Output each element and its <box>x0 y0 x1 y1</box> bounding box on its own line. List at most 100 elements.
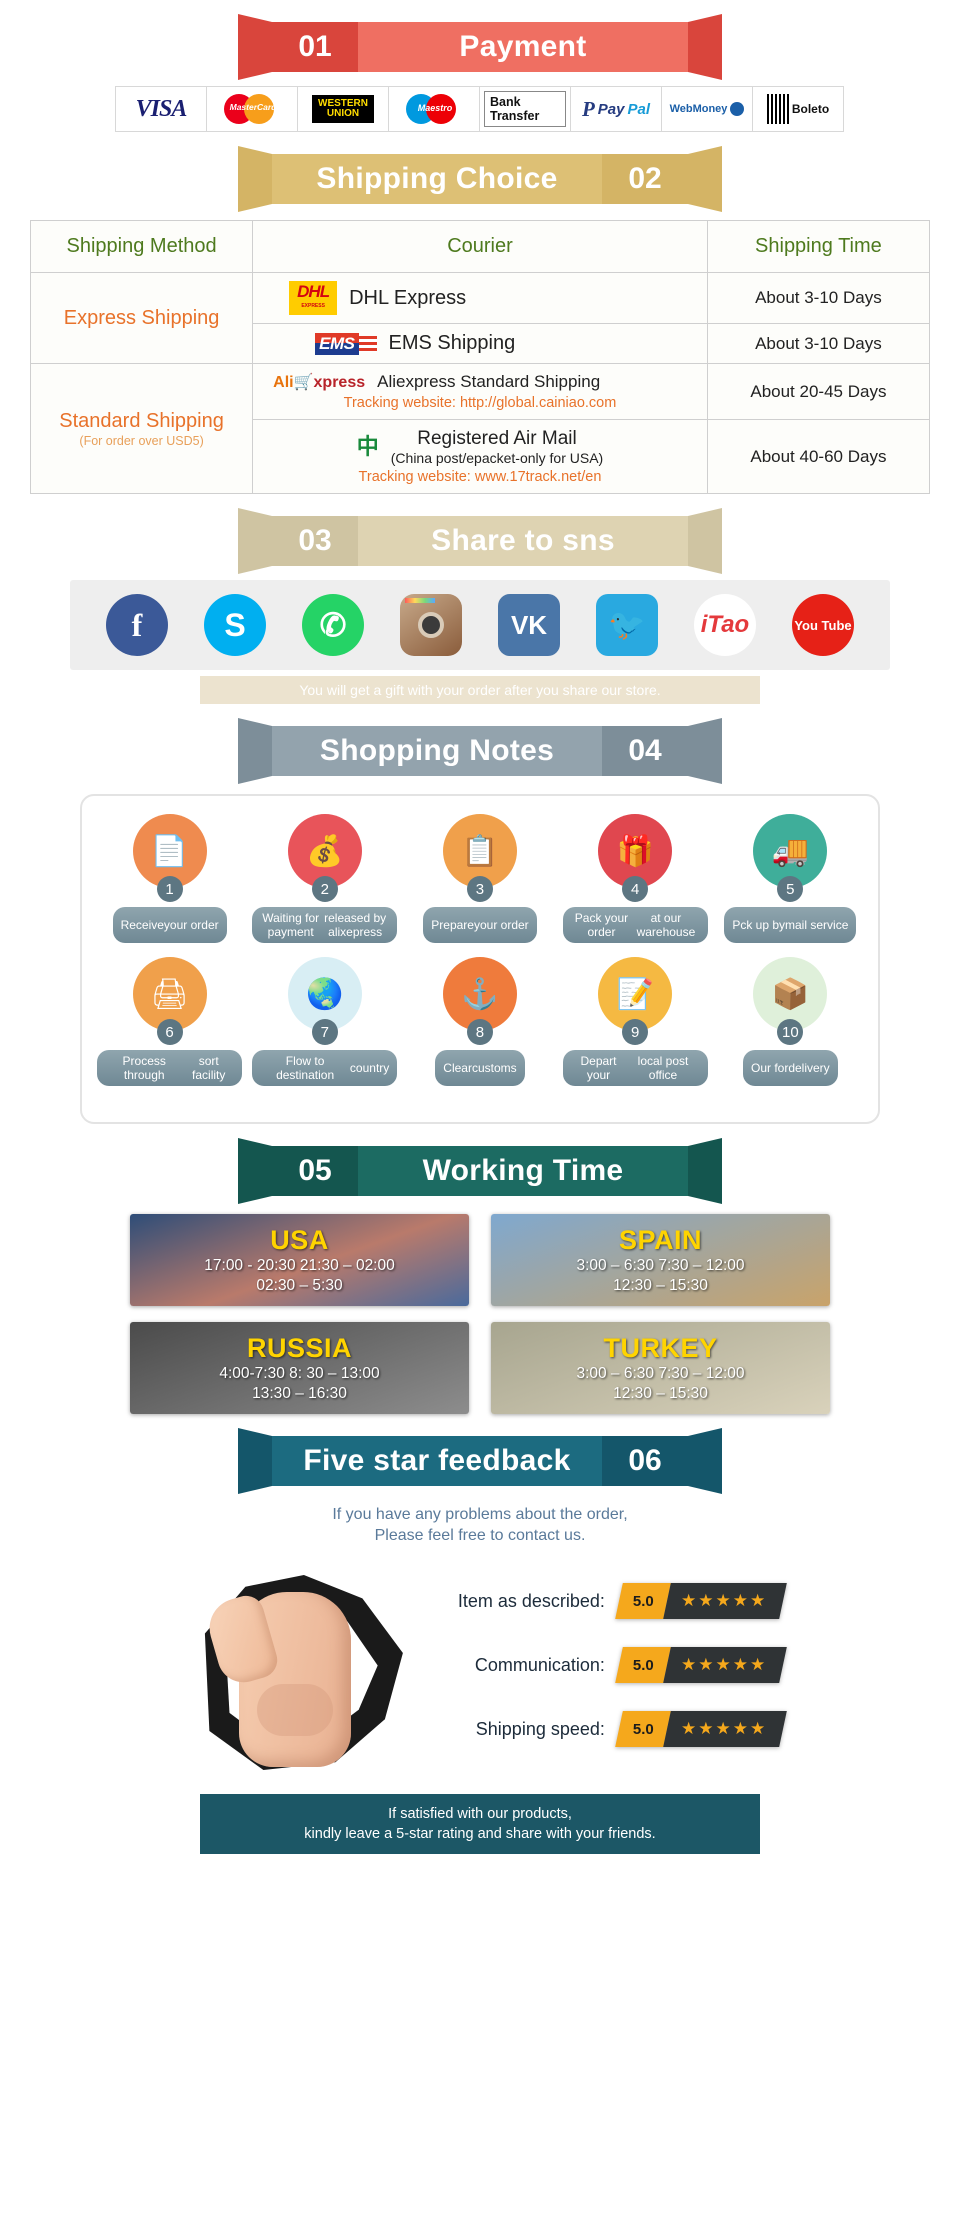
itao-icon[interactable]: iTao <box>694 594 756 656</box>
list-item: 💰 2 Waiting for payment released by alixe… <box>252 814 398 943</box>
country-hours-line1: 3:00 – 6:30 7:30 – 12:00 <box>576 1256 745 1274</box>
social-share-bar: f S ✆ VK 🐦 iTao You Tube <box>70 580 890 670</box>
instagram-lens <box>418 612 444 638</box>
ribbon-wing-right <box>688 14 722 80</box>
method-sublabel: (For order over USD5) <box>79 434 204 448</box>
shipping-banner: Shipping Choice 02 <box>0 146 960 212</box>
country-name: TURKEY <box>603 1332 718 1363</box>
courier-name: DHL Express <box>349 286 467 309</box>
payment-step-number: 01 <box>272 22 358 72</box>
footer-line2: kindly leave a 5-star rating and share w… <box>304 1826 656 1842</box>
step-label: Receive your order <box>112 907 227 943</box>
step-label: Waiting for payment released by alixepres… <box>252 907 398 943</box>
bank-transfer-label: Bank Transfer <box>484 91 566 127</box>
step-label: Depart your local post office <box>562 1050 708 1086</box>
facebook-icon[interactable]: f <box>106 594 168 656</box>
twitter-icon[interactable]: 🐦 <box>596 594 658 656</box>
feedback-footer: If satisfied with our products, kindly l… <box>200 1794 760 1854</box>
rating-stars: ★★★★★ <box>663 1647 787 1683</box>
tracking-website-aliexpress[interactable]: Tracking website: http://global.cainiao.… <box>259 392 701 411</box>
header-courier: Courier <box>252 220 708 273</box>
shopping-notes-box: 📄 1 Receive your order 💰 2 Waiting for pa… <box>80 794 880 1124</box>
rating-badge: 5.0 ★★★★★ <box>615 1583 787 1619</box>
thumbs-up-illustration <box>176 1550 427 1780</box>
shipping-step-number: 02 <box>602 154 688 204</box>
youtube-icon[interactable]: You Tube <box>792 594 854 656</box>
cell-courier-dhl: DHL EXPRESS DHL Express <box>252 272 708 324</box>
payment-method-visa: VISA <box>115 86 207 132</box>
step-number: 8 <box>466 1019 493 1045</box>
dhl-logo: DHL EXPRESS <box>289 281 338 315</box>
rating-stars: ★★★★★ <box>663 1583 787 1619</box>
cell-time-airmail: About 40-60 Days <box>706 419 931 494</box>
visa-logo: VISA <box>135 95 188 122</box>
footer-line1: If satisfied with our products, <box>388 1806 572 1822</box>
step-number: 6 <box>156 1019 183 1045</box>
rating-row-communication: Communication: 5.0 ★★★★★ <box>437 1647 787 1683</box>
feedback-step-number: 06 <box>602 1436 688 1486</box>
table-row: Standard Shipping (For order over USD5) … <box>29 363 931 494</box>
ribbon-wing-left <box>238 1428 272 1494</box>
feedback-ratings: Item as described: 5.0 ★★★★★ Communicati… <box>437 1583 787 1747</box>
share-banner: 03 Share to sns <box>0 508 960 574</box>
step-label: Our for delivery <box>742 1050 838 1086</box>
step-label: Pack your order at our warehouse <box>562 907 708 943</box>
payment-title: Payment <box>358 22 688 72</box>
maestro-logo: Maestro <box>406 92 462 126</box>
cell-courier-airmail: 中 Registered Air Mail (China post/epacke… <box>252 419 708 494</box>
instagram-icon[interactable] <box>400 594 462 656</box>
courier-name: EMS Shipping <box>388 332 516 354</box>
mastercard-logo: MasterCard <box>224 92 280 126</box>
payment-method-paypal: P Pay Pal <box>570 86 662 132</box>
country-hours-line1: 17:00 - 20:30 21:30 – 02:00 <box>204 1256 395 1274</box>
notes-step-number: 04 <box>602 726 688 776</box>
whatsapp-icon[interactable]: ✆ <box>302 594 364 656</box>
rating-score: 5.0 <box>615 1647 671 1683</box>
list-item: 🎁 4 Pack your order at our warehouse <box>562 814 708 943</box>
webmoney-logo: WebMoney <box>670 102 745 116</box>
step-number: 10 <box>777 1019 804 1045</box>
share-title: Share to sns <box>358 516 688 566</box>
cell-time-aliexpress: About 20-45 Days <box>706 363 931 420</box>
rating-stars: ★★★★★ <box>663 1711 787 1747</box>
step-label: Pck up by mail service <box>724 907 857 943</box>
step-label: Process through sort facility <box>97 1050 243 1086</box>
wu-line2: UNION <box>326 108 360 119</box>
feedback-body: Item as described: 5.0 ★★★★★ Communicati… <box>0 1550 960 1780</box>
payment-method-webmoney: WebMoney <box>661 86 753 132</box>
table-row: Express Shipping DHL EXPRESS DHL Express… <box>29 272 931 364</box>
shipping-table: Shipping Method Courier Shipping Time Ex… <box>29 220 931 494</box>
list-item: 📝 9 Depart your local post office <box>562 957 708 1086</box>
china-post-icon: 中 <box>356 434 379 459</box>
rating-label: Shipping speed: <box>475 1718 605 1739</box>
country-hours-line1: 4:00-7:30 8: 30 – 13:00 <box>219 1364 380 1382</box>
payment-method-western-union: WESTERN UNION <box>297 86 389 132</box>
country-name: RUSSIA <box>246 1332 352 1363</box>
ribbon-wing-left <box>238 14 272 80</box>
instagram-stripe <box>405 598 435 603</box>
skype-icon[interactable]: S <box>204 594 266 656</box>
feedback-title: Five star feedback <box>272 1436 602 1486</box>
tracking-website-airmail[interactable]: Tracking website: www.17track.net/en <box>259 466 701 485</box>
list-item: 🖨 6 Process through sort facility <box>97 957 243 1086</box>
header-shipping-time: Shipping Time <box>706 220 931 273</box>
cell-courier-ems: EMS EMS Shipping <box>252 323 708 364</box>
table-header-row: Shipping Method Courier Shipping Time <box>29 220 931 273</box>
aliexpress-logo: Ali🛒xpress <box>273 374 366 391</box>
webmoney-dot-icon <box>730 102 745 116</box>
working-time-card-russia: RUSSIA 4:00-7:30 8: 30 – 13:00 13:30 – 1… <box>130 1322 469 1414</box>
barcode-icon <box>766 94 789 124</box>
payment-banner: 01 Payment <box>0 14 960 80</box>
method-label: Standard Shipping <box>59 410 224 432</box>
courier-sub: (China post/epacket-only for USA) <box>390 450 604 466</box>
step-label: Clear customs <box>435 1050 525 1086</box>
feedback-intro-line1: If you have any problems about the order… <box>332 1506 628 1523</box>
working-time-card-usa: USA 17:00 - 20:30 21:30 – 02:00 02:30 – … <box>130 1214 469 1306</box>
rating-score: 5.0 <box>615 1583 671 1619</box>
rating-row-item-as-described: Item as described: 5.0 ★★★★★ <box>437 1583 787 1619</box>
vk-icon[interactable]: VK <box>498 594 560 656</box>
paypal-pay: Pay <box>597 100 625 118</box>
rating-row-shipping-speed: Shipping speed: 5.0 ★★★★★ <box>437 1711 787 1747</box>
courier-name: Aliexpress Standard Shipping <box>377 372 601 391</box>
courier-name: Registered Air Mail <box>417 428 577 449</box>
